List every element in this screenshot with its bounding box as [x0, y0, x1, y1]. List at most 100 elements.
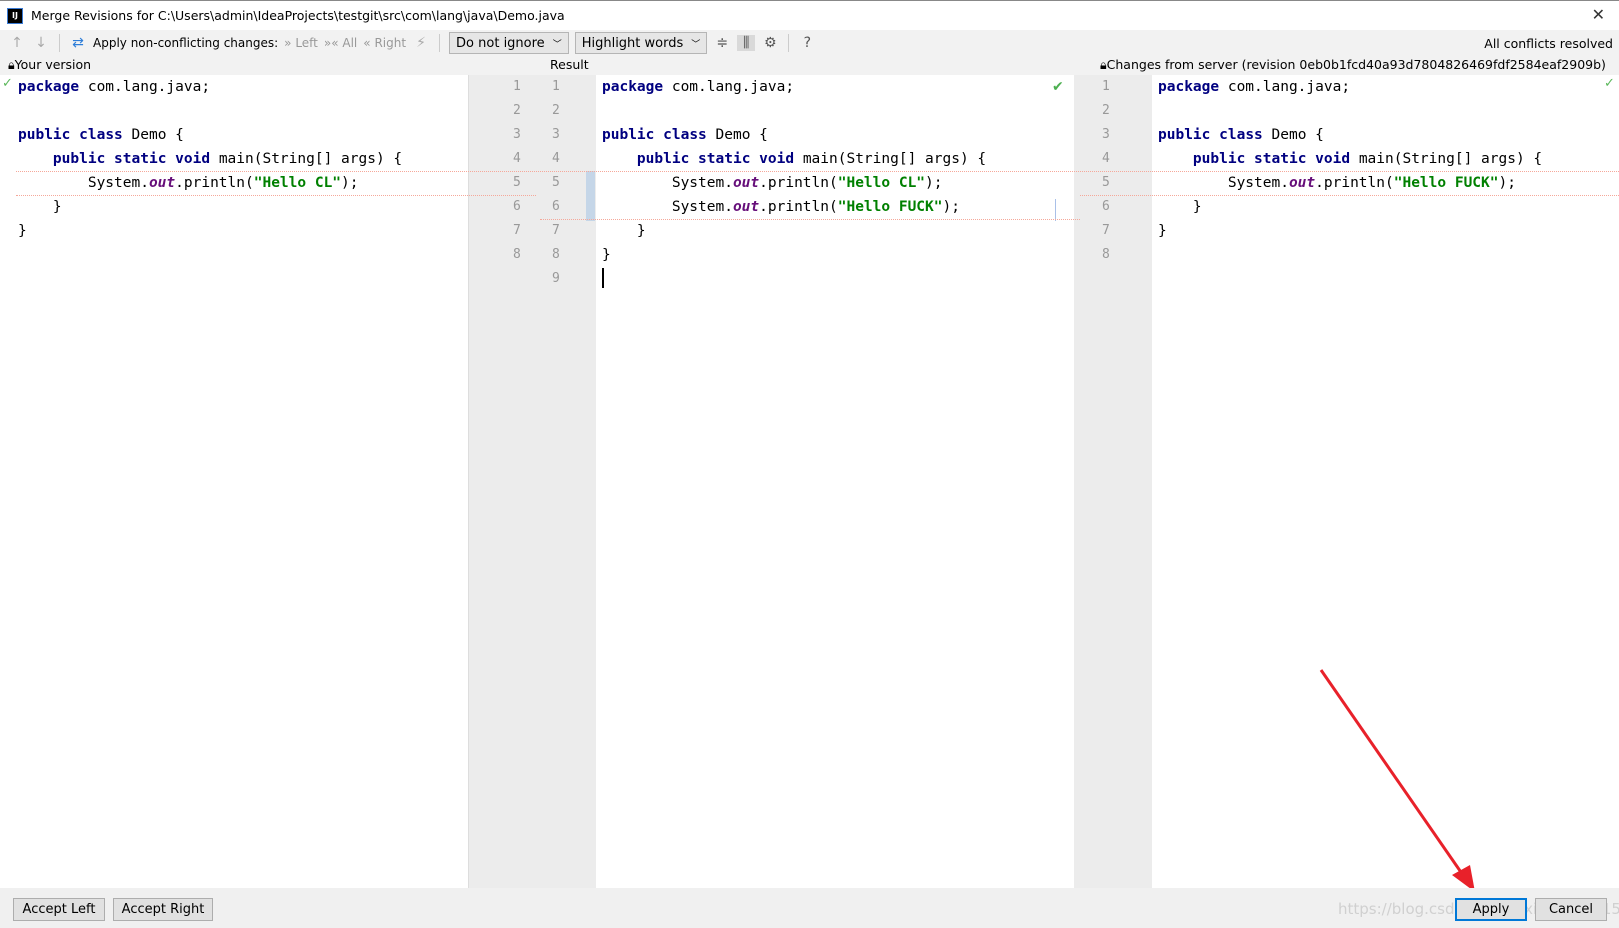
conflict-boundary-right-bottom: [1080, 195, 1619, 196]
title-bar: IJ Merge Revisions for C:\Users\admin\Id…: [0, 0, 1619, 30]
conflicts-status: All conflicts resolved: [1484, 36, 1613, 51]
code-line: public class Demo {: [18, 127, 184, 143]
line-number: 1: [552, 79, 560, 94]
accept-left-button[interactable]: Accept Left: [13, 898, 105, 921]
line-number: 9: [552, 271, 560, 286]
line-number: 3: [552, 127, 560, 142]
right-header: 🔒︎Changes from server (revision 0eb0b1fc…: [1100, 57, 1606, 73]
code-line: public static void main(String[] args) {: [52, 151, 403, 167]
line-number: 2: [1102, 103, 1110, 118]
line-number: 1: [513, 79, 521, 94]
code-line: System.out.println("Hello CL");: [18, 175, 359, 191]
code-line: }: [1158, 223, 1167, 239]
intellij-logo-icon: IJ: [7, 7, 23, 24]
result-right-gutter: 1 2 3 4 5 6 7 8: [1074, 75, 1152, 888]
left-check-icon: ✓: [2, 76, 13, 91]
apply-all-button[interactable]: »« All: [324, 36, 357, 50]
right-margin-guide: [1055, 199, 1056, 221]
lock-icon: 🔒︎: [8, 57, 15, 72]
left-result-gutter: 1 2 3 4 5 6 7 8 1 2 3 4 5 6 7 8 9: [468, 75, 596, 888]
code-line: package com.lang.java;: [602, 79, 795, 95]
left-header-label: Your version: [14, 57, 92, 72]
toolbar: ↑ ↓ ⇄ Apply non-conflicting changes: » L…: [0, 30, 1619, 56]
line-number: 4: [513, 151, 521, 166]
line-number: 6: [513, 199, 521, 214]
separator: [788, 34, 790, 52]
line-number: 7: [1102, 223, 1110, 238]
close-icon[interactable]: ✕: [1592, 5, 1605, 24]
line-number: 8: [1102, 247, 1110, 262]
code-line: System.out.println("Hello CL");: [602, 175, 943, 191]
left-editor[interactable]: package com.lang.java; public class Demo …: [0, 75, 468, 888]
apply-non-conflicting-icon[interactable]: ⇄: [69, 35, 87, 51]
line-number: 1: [1102, 79, 1110, 94]
line-number: 8: [552, 247, 560, 262]
apply-button[interactable]: Apply: [1455, 898, 1527, 921]
separator: [439, 34, 441, 52]
conflict-boundary-top: [16, 171, 1619, 172]
apply-non-conflicting-label: Apply non-conflicting changes:: [93, 36, 279, 50]
line-number: 5: [1102, 175, 1110, 190]
window-title: Merge Revisions for C:\Users\admin\IdeaP…: [31, 8, 565, 23]
line-number: 6: [1102, 199, 1110, 214]
left-header: 🔒︎Your version: [8, 57, 91, 73]
line-number: 3: [1102, 127, 1110, 142]
code-line: public class Demo {: [602, 127, 768, 143]
line-number: 4: [552, 151, 560, 166]
right-label: Right: [374, 36, 407, 50]
line-number: 8: [513, 247, 521, 262]
right-check-icon: ✓: [1604, 76, 1615, 91]
next-difference-icon[interactable]: ↓: [32, 35, 50, 51]
code-line: }: [1158, 199, 1202, 215]
highlight-select-value: Highlight words: [581, 35, 684, 51]
collapse-unchanged-icon[interactable]: ≑: [713, 35, 731, 51]
text-cursor: [602, 268, 604, 288]
conflict-boundary-result-bottom: [540, 219, 1080, 220]
help-button[interactable]: ?: [798, 35, 816, 51]
lock-icon: 🔒︎: [1100, 57, 1107, 72]
code-line: }: [602, 247, 611, 263]
red-arrow-annotation: [1319, 669, 1475, 892]
separator: [59, 34, 60, 52]
line-number: 2: [552, 103, 560, 118]
right-header-label: Changes from server (revision 0eb0b1fcd4…: [1106, 57, 1606, 72]
change-marker[interactable]: [586, 171, 595, 221]
line-number: 5: [513, 175, 521, 190]
line-number: 7: [552, 223, 560, 238]
previous-difference-icon[interactable]: ↑: [8, 35, 26, 51]
line-number: 5: [552, 175, 560, 190]
apply-right-button[interactable]: « Right: [363, 36, 406, 50]
result-editor[interactable]: package com.lang.java; public class Demo …: [596, 75, 1074, 888]
code-line: System.out.println("Hello FUCK");: [602, 199, 960, 215]
ignore-whitespace-select[interactable]: Do not ignore ﹀: [449, 32, 569, 54]
code-line: }: [18, 199, 62, 215]
result-check-icon: ✔: [1052, 79, 1064, 95]
ignore-select-value: Do not ignore: [456, 35, 545, 51]
code-line: }: [18, 223, 27, 239]
line-number: 4: [1102, 151, 1110, 166]
chevron-down-icon: ﹀: [691, 39, 701, 50]
code-line: public class Demo {: [1158, 127, 1324, 143]
left-label: Left: [295, 36, 318, 50]
code-line: }: [602, 223, 646, 239]
line-number: 7: [513, 223, 521, 238]
settings-gear-icon[interactable]: ⚙: [761, 35, 779, 51]
cancel-button[interactable]: Cancel: [1535, 898, 1607, 921]
bottom-bar: Accept Left Accept Right https://blog.cs…: [0, 888, 1619, 928]
code-line: package com.lang.java;: [18, 79, 211, 95]
apply-left-button[interactable]: » Left: [284, 36, 318, 50]
sync-scroll-icon[interactable]: ⫼: [737, 35, 756, 51]
result-header: Result: [550, 57, 589, 72]
highlight-select[interactable]: Highlight words ﹀: [574, 32, 708, 54]
code-line: System.out.println("Hello FUCK");: [1158, 175, 1516, 191]
line-number: 6: [552, 199, 560, 214]
line-number: 2: [513, 103, 521, 118]
conflict-boundary-left-bottom: [16, 195, 536, 196]
accept-right-button[interactable]: Accept Right: [113, 898, 213, 921]
code-line: public static void main(String[] args) {: [636, 151, 987, 167]
chevron-down-icon: ﹀: [552, 39, 562, 50]
code-line: public static void main(String[] args) {: [1192, 151, 1543, 167]
magic-resolve-icon[interactable]: ⚡: [412, 35, 430, 51]
line-number: 3: [513, 127, 521, 142]
all-label: All: [342, 36, 358, 50]
